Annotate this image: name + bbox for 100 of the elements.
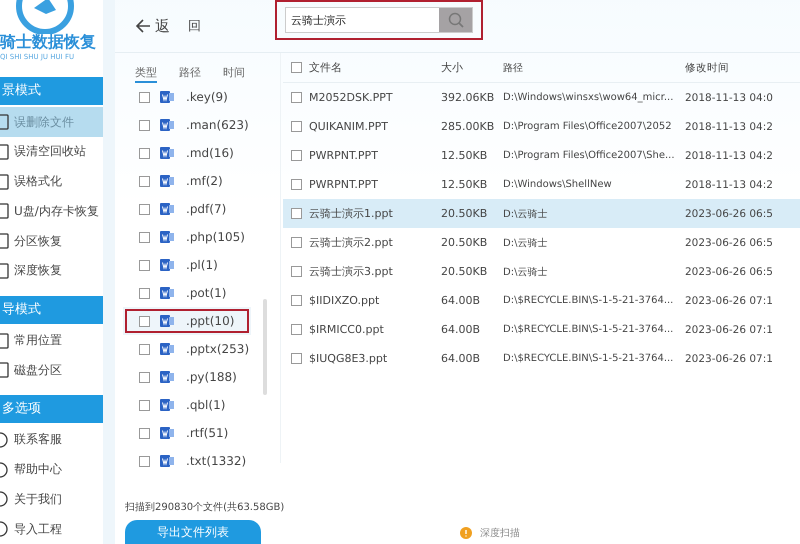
checkbox[interactable]	[291, 324, 302, 335]
checkbox[interactable]	[291, 92, 302, 103]
sidebar-item[interactable]: 深度恢复	[0, 256, 103, 286]
type-item[interactable]: .pot(1)	[123, 279, 251, 307]
table-cell: 云骑士演示3.ppt	[309, 264, 393, 279]
checkbox[interactable]	[139, 456, 150, 466]
scrollbar[interactable]	[263, 299, 267, 395]
sidebar-item[interactable]: 联系客服	[0, 425, 103, 455]
table-cell-text: D:\Windows\ShellNew	[503, 179, 613, 190]
table-cell-text: D:\$RECYCLE.BIN\S-1-5-21-3764...	[503, 295, 674, 306]
checkbox[interactable]	[139, 148, 150, 158]
filter-tab[interactable]: 时间	[223, 65, 245, 83]
checkbox[interactable]	[291, 121, 302, 132]
filter-tab[interactable]: 类型	[135, 65, 157, 83]
table-cell: PWRPNT.PPT	[309, 178, 378, 191]
document-icon	[160, 286, 174, 300]
sidebar-item[interactable]: 常用位置	[0, 326, 103, 356]
sidebar-item[interactable]: 磁盘分区	[0, 355, 103, 386]
checkbox[interactable]	[139, 372, 150, 382]
column-header: 大小	[441, 60, 464, 75]
table-row[interactable]: 云骑士演示1.ppt 20.50KB D:\云骑士 2023-06-26 06:5	[283, 199, 800, 228]
table-row[interactable]: $IUQG8E3.ppt 64.00B D:\$RECYCLE.BIN\S-1-5-21-3764... 2023-06-26 07:1	[283, 344, 800, 373]
search-button[interactable]	[439, 8, 472, 32]
type-item[interactable]: .rtf(51)	[123, 419, 251, 447]
document-icon	[160, 342, 174, 356]
table-row[interactable]: 云骑士演示3.ppt 20.50KB D:\云骑士 2023-06-26 06:5	[283, 257, 800, 286]
type-item[interactable]: .py(188)	[123, 363, 251, 391]
checkbox[interactable]	[139, 316, 150, 326]
table-cell-text: D:\$RECYCLE.BIN\S-1-5-21-3764...	[503, 353, 674, 364]
search-icon	[448, 12, 464, 28]
section-header: 多选项	[0, 395, 103, 424]
table-row[interactable]: QUIKANIM.PPT 285.00KB D:\Program Files\Office2007\2052 2018-11-13 04:2	[283, 112, 800, 141]
back-button[interactable]: 回	[188, 17, 201, 35]
checkbox[interactable]	[291, 237, 302, 248]
table-cell: 2018-11-13 04:2	[685, 120, 773, 132]
back-button[interactable]: 返	[155, 16, 170, 36]
document-icon	[160, 202, 174, 216]
checkbox[interactable]	[291, 179, 302, 190]
table-cell-text: 20.50KB	[441, 236, 488, 249]
checkbox[interactable]	[139, 344, 150, 354]
type-item[interactable]: .man(623)	[123, 111, 251, 139]
table-cell-text: 20.50KB	[441, 265, 488, 278]
type-item[interactable]: .key(9)	[123, 83, 251, 111]
type-item[interactable]: .pptx(253)	[123, 335, 251, 363]
table-cell: M2052DSK.PPT	[309, 91, 393, 104]
type-item[interactable]: .md(16)	[123, 139, 251, 167]
table-cell-text: 12.50KB	[441, 178, 488, 191]
table-cell-text: D:\$RECYCLE.BIN\S-1-5-21-3764...	[503, 324, 674, 335]
checkbox[interactable]	[139, 204, 150, 214]
table-cell: 2023-06-26 06:5	[685, 236, 773, 248]
sidebar-item[interactable]: 帮助中心	[0, 454, 103, 485]
checkbox[interactable]	[139, 120, 150, 130]
table-cell: 云骑士演示2.ppt	[309, 235, 393, 250]
table-cell: 2018-11-13 04:0	[685, 92, 773, 104]
checkbox[interactable]	[139, 288, 150, 298]
checkbox[interactable]	[291, 208, 302, 219]
table-cell-text: D:\云骑士	[503, 236, 548, 250]
checkbox[interactable]	[291, 150, 302, 161]
table-row[interactable]: PWRPNT.PPT 12.50KB D:\Windows\ShellNew 2018-11-13 04:2	[283, 170, 800, 199]
type-item[interactable]: .pl(1)	[123, 251, 251, 279]
checkbox[interactable]	[139, 176, 150, 186]
sidebar-item[interactable]: U盘/内存卡恢复	[0, 196, 103, 226]
checkbox[interactable]	[291, 62, 302, 73]
sidebar-item[interactable]: 导入工程	[0, 514, 103, 544]
document-icon	[160, 90, 174, 104]
checkbox[interactable]	[139, 232, 150, 242]
table-cell: $IIDIXZO.ppt	[309, 294, 380, 307]
sidebar-item[interactable]: 误格式化	[0, 166, 103, 197]
table-cell-text: 64.00B	[441, 294, 482, 307]
sidebar-item[interactable]: 分区恢复	[0, 226, 103, 256]
filter-tab[interactable]: 路径	[179, 65, 201, 83]
document-icon	[160, 146, 174, 160]
table-row[interactable]: $IIDIXZO.ppt 64.00B D:\$RECYCLE.BIN\S-1-5-21-3764... 2023-06-26 07:1	[283, 286, 800, 315]
section-header: 导模式	[0, 296, 103, 324]
table-cell: QUIKANIM.PPT	[309, 120, 388, 133]
checkbox[interactable]	[291, 295, 302, 306]
type-item[interactable]: .txt(1332)	[123, 447, 251, 475]
table-row[interactable]: M2052DSK.PPT 392.06KB D:\Windows\winsxs\wow64_micr... 2018-11-13 04:0	[283, 83, 800, 112]
type-item[interactable]: .mf(2)	[123, 167, 251, 195]
table-cell-text: D:\云骑士	[503, 266, 548, 278]
sidebar-item[interactable]: 关于我们	[0, 484, 103, 514]
table-row[interactable]: $IRMICC0.ppt 64.00B D:\$RECYCLE.BIN\S-1-5-21-3764... 2023-06-26 07:1	[283, 315, 800, 344]
sidebar-item[interactable]: 误清空回收站	[0, 137, 103, 167]
type-item[interactable]: .pdf(7)	[123, 195, 251, 223]
checkbox[interactable]	[291, 353, 302, 364]
checkbox[interactable]	[139, 260, 150, 270]
document-icon	[160, 258, 174, 272]
checkbox[interactable]	[139, 400, 150, 410]
type-item[interactable]: .php(105)	[123, 223, 251, 251]
checkbox[interactable]	[139, 428, 150, 438]
checkbox[interactable]	[291, 266, 302, 277]
table-row[interactable]: PWRPNT.PPT 12.50KB D:\Program Files\Office2007\She... 2018-11-13 04:2	[283, 141, 800, 170]
type-item[interactable]: .ppt(10)	[123, 307, 251, 335]
table-cell: 2023-06-26 07:1	[685, 294, 773, 306]
table-cell: 2023-06-26 06:5	[685, 208, 773, 220]
checkbox[interactable]	[139, 92, 150, 102]
type-item[interactable]: .qbl(1)	[123, 391, 251, 419]
document-icon	[160, 230, 174, 244]
search-field[interactable]: 云骑士演示	[285, 7, 473, 33]
table-row[interactable]: 云骑士演示2.ppt 20.50KB D:\云骑士 2023-06-26 06:5	[283, 228, 800, 257]
